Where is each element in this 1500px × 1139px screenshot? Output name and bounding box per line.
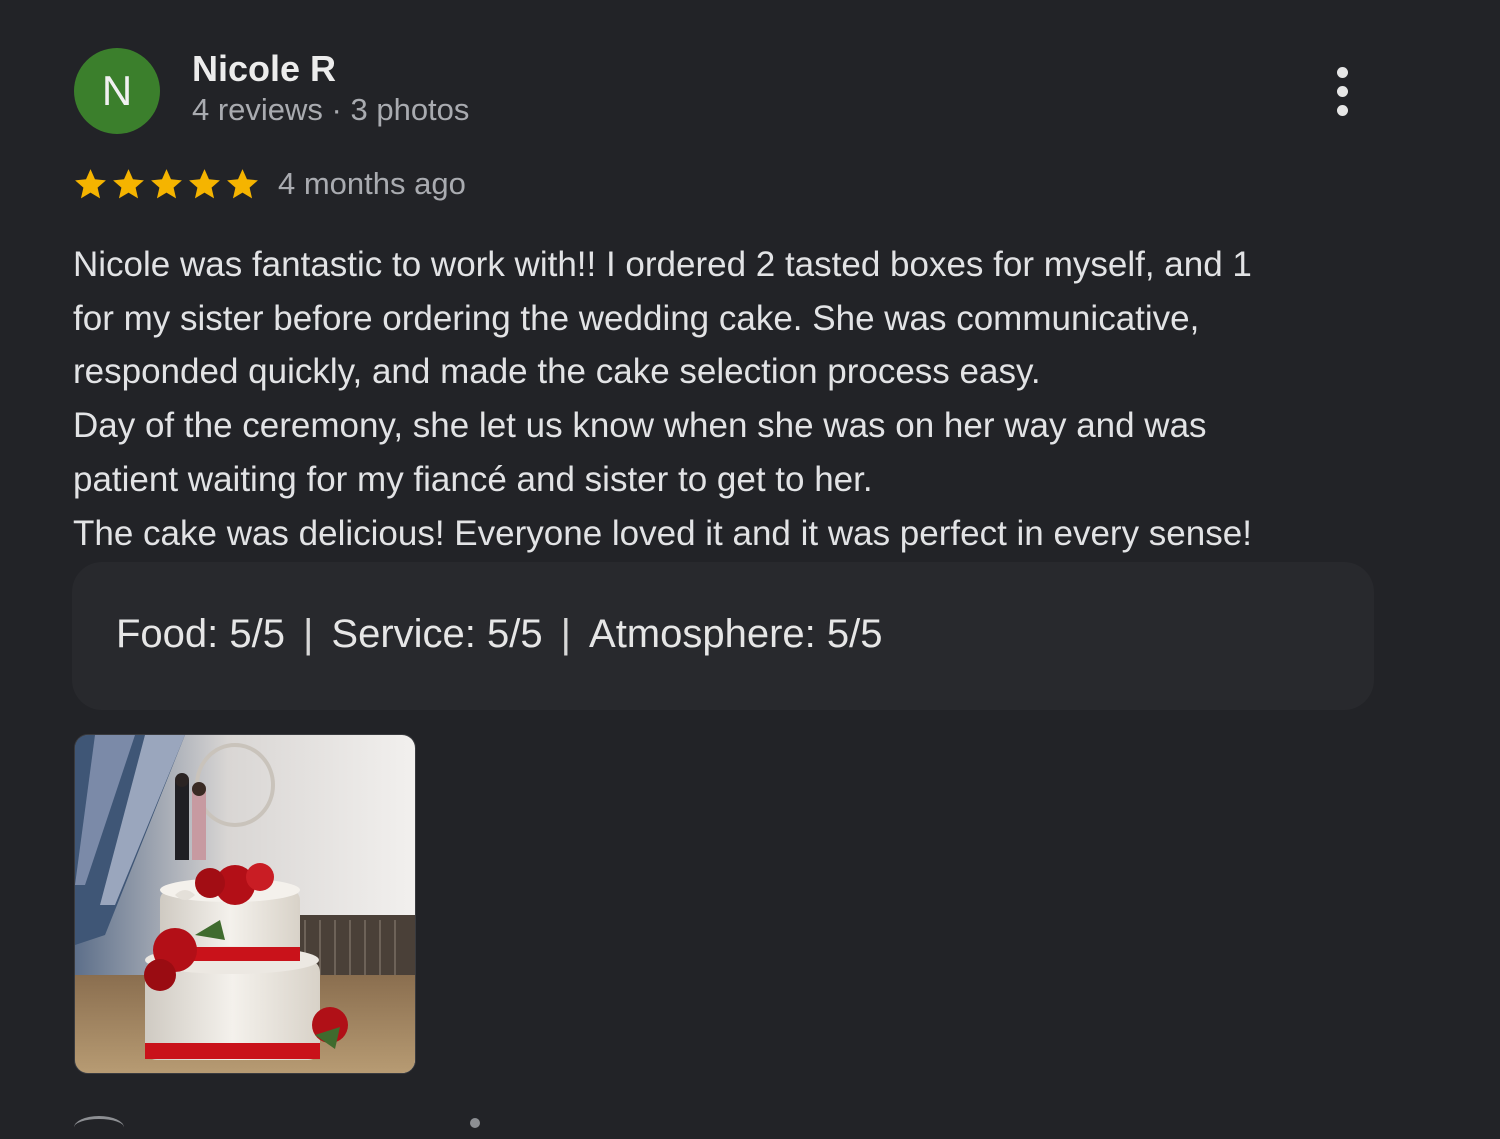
- review-line: The cake was delicious! Everyone loved i…: [73, 513, 1252, 553]
- author-name[interactable]: Nicole R: [192, 48, 336, 90]
- review-text: Nicole was fantastic to work with!! I or…: [73, 238, 1393, 560]
- like-icon[interactable]: [74, 1116, 124, 1139]
- more-options-button[interactable]: [1320, 62, 1364, 120]
- review-line: Day of the ceremony, she let us know whe…: [73, 406, 1207, 446]
- rating-separator: |: [560, 612, 572, 656]
- rating-separator: |: [303, 612, 314, 656]
- more-vert-icon-dot: [1336, 104, 1348, 116]
- review-card: N Nicole R 4 reviews · 3 photos 4 months…: [0, 0, 1500, 1128]
- attribute-ratings: Food: 5/5 | Service: 5/5 | Atmosphere: 5/5: [116, 612, 883, 657]
- attribute-ratings-box: Food: 5/5 | Service: 5/5 | Atmosphere: 5/5: [72, 562, 1374, 710]
- star-rating: [72, 166, 261, 203]
- review-photo[interactable]: [74, 734, 416, 1074]
- review-time: 4 months ago: [278, 166, 466, 201]
- more-vert-icon-dot: [1336, 85, 1348, 97]
- author-meta[interactable]: 4 reviews · 3 photos: [192, 92, 469, 128]
- star-icon: [113, 169, 144, 199]
- review-line: patient waiting for my fiancé and sister…: [73, 459, 873, 499]
- wedding-cake-photo: [75, 735, 415, 1073]
- service-rating: Service: 5/5: [331, 612, 543, 656]
- more-vert-icon: [1336, 66, 1348, 78]
- avatar[interactable]: N: [74, 48, 160, 134]
- star-icon: [151, 169, 182, 199]
- food-rating: Food: 5/5: [116, 612, 286, 656]
- review-line: for my sister before ordering the weddin…: [73, 298, 1200, 338]
- star-icon: [189, 169, 220, 199]
- star-icon: [75, 169, 106, 199]
- star-icon: [227, 169, 258, 199]
- review-line: responded quickly, and made the cake sel…: [73, 352, 1041, 392]
- avatar-initial: N: [101, 67, 133, 114]
- atmosphere-rating: Atmosphere: 5/5: [589, 612, 883, 656]
- share-icon[interactable]: [470, 1118, 480, 1128]
- review-line: Nicole was fantastic to work with!! I or…: [73, 245, 1252, 284]
